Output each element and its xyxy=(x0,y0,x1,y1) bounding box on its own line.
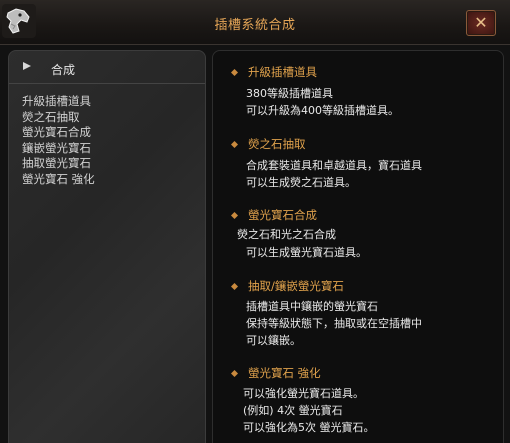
menu-item-extract-errtel[interactable]: 熒之石抽取 xyxy=(22,110,95,126)
diamond-bullet-icon xyxy=(231,283,238,290)
section-line: 插槽道具中鑲嵌的螢光寶石 xyxy=(246,300,378,313)
menu-item-combine-pentagram-jewel[interactable]: 螢光寶石合成 xyxy=(22,125,95,141)
section-line: 合成套裝道具和卓越道具，寶石道具 xyxy=(246,159,422,172)
section-line: 可以鑲嵌。 xyxy=(246,334,301,347)
section-title: 螢光寶石 強化 xyxy=(248,366,321,380)
close-icon: ✕ xyxy=(474,13,488,32)
section-line: (例如) 4次 螢光寶石 xyxy=(243,404,343,417)
diamond-bullet-icon xyxy=(231,212,238,219)
menu-list: 升級插槽道具 熒之石抽取 螢光寶石合成 鑲嵌螢光寶石 抽取螢光寶石 螢光寶石 強… xyxy=(22,94,95,187)
menu-panel: 合成 升級插槽道具 熒之石抽取 螢光寶石合成 鑲嵌螢光寶石 抽取螢光寶石 螢光寶… xyxy=(8,50,206,443)
section-title: 抽取/鑲嵌螢光寶石 xyxy=(248,279,344,293)
synthesis-window: 插槽系統合成 ✕ 合成 升級插槽道具 熒之石抽取 螢光寶石合成 鑲嵌螢光寶石 抽… xyxy=(0,0,510,443)
section-line: 可以強化螢光寶石道具。 xyxy=(243,387,364,400)
close-button[interactable]: ✕ xyxy=(466,10,496,36)
section-line: 熒之石和光之石合成 xyxy=(237,228,336,241)
window-title: 插槽系統合成 xyxy=(214,18,296,33)
description-panel: 升級插槽道具 380等級插槽道具 可以升級為400等級插槽道具。 熒之石抽取 合… xyxy=(212,50,504,443)
section-line: 可以升級為400等級插槽道具。 xyxy=(246,104,399,117)
menu-header-label: 合成 xyxy=(51,63,76,77)
menu-item-mount-pentagram-jewel[interactable]: 鑲嵌螢光寶石 xyxy=(22,141,95,157)
triangle-bullet-icon xyxy=(23,62,31,70)
menu-item-enhance-pentagram-jewel[interactable]: 螢光寶石 強化 xyxy=(22,172,95,188)
section-line: 保持等級狀態下，抽取或在空插槽中 xyxy=(246,317,422,330)
section-title: 螢光寶石合成 xyxy=(248,208,317,222)
section-title: 升級插槽道具 xyxy=(248,65,317,79)
menu-item-extract-pentagram-jewel[interactable]: 抽取螢光寶石 xyxy=(22,156,95,172)
menu-item-upgrade-socket-item[interactable]: 升級插槽道具 xyxy=(22,94,95,110)
diamond-bullet-icon xyxy=(231,141,238,148)
menu-header: 合成 xyxy=(9,51,205,84)
section-line: 380等級插槽道具 xyxy=(246,87,333,100)
section-title: 熒之石抽取 xyxy=(248,137,306,151)
section-line: 可以強化為5次 螢光寶石。 xyxy=(243,421,375,434)
section-line: 可以生成熒之石道具。 xyxy=(246,176,356,189)
title-bar[interactable]: 插槽系統合成 ✕ xyxy=(0,0,510,45)
diamond-bullet-icon xyxy=(231,69,238,76)
section-line: 可以生成螢光寶石道具。 xyxy=(246,246,367,259)
diamond-bullet-icon xyxy=(231,370,238,377)
